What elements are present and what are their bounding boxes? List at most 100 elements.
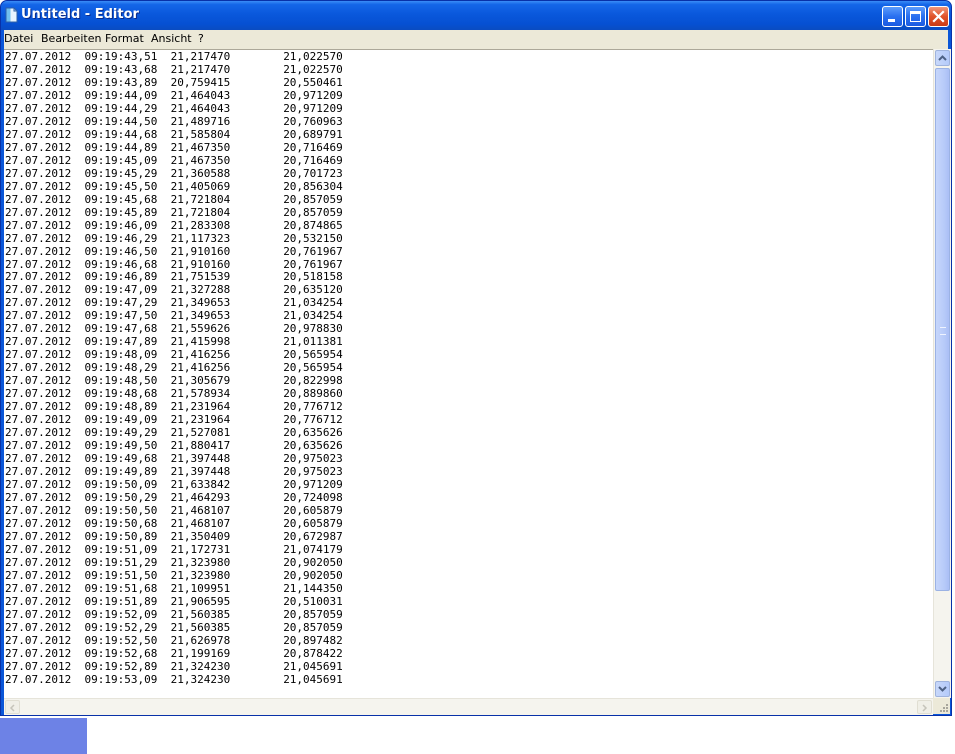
menu-help[interactable]: ? bbox=[198, 32, 204, 45]
size-grip[interactable] bbox=[933, 698, 950, 714]
line-time: 09:19:46,29 bbox=[84, 231, 158, 245]
text-line: 27.07.2012 09:19:53,09 21,324230 21,0456… bbox=[5, 672, 343, 687]
line-value-2: 20,532150 bbox=[283, 231, 343, 245]
resize-grip-icon bbox=[940, 704, 948, 712]
line-value-1: 21,405069 bbox=[170, 179, 231, 193]
line-value-2: 20,822998 bbox=[283, 374, 343, 388]
line-time: 09:19:48,50 bbox=[84, 374, 158, 388]
line-value-2: 20,605879 bbox=[283, 516, 343, 530]
line-date: 27.07.2012 bbox=[5, 568, 72, 582]
line-date: 27.07.2012 bbox=[5, 101, 72, 115]
window-frame: Datei Bearbeiten Format Ansicht ? 27.07.… bbox=[4, 30, 951, 715]
line-value-1: 21,350409 bbox=[170, 529, 231, 543]
line-time: 09:19:48,09 bbox=[84, 348, 158, 362]
line-value-2: 20,776712 bbox=[283, 413, 343, 427]
line-value-2: 21,034254 bbox=[283, 309, 343, 323]
line-date: 27.07.2012 bbox=[5, 88, 72, 102]
line-value-1: 21,324230 bbox=[170, 659, 231, 673]
line-time: 09:19:49,09 bbox=[84, 413, 158, 427]
line-value-2: 20,761967 bbox=[283, 257, 343, 271]
line-date: 27.07.2012 bbox=[5, 477, 72, 491]
line-date: 27.07.2012 bbox=[5, 114, 72, 128]
line-value-1: 21,231964 bbox=[170, 413, 231, 427]
line-value-2: 21,045691 bbox=[283, 672, 343, 686]
line-value-1: 21,468107 bbox=[170, 516, 231, 530]
line-value-2: 20,975023 bbox=[283, 465, 343, 478]
line-value-1: 21,467350 bbox=[170, 140, 231, 154]
line-date: 27.07.2012 bbox=[5, 153, 72, 167]
line-date: 27.07.2012 bbox=[5, 140, 72, 154]
maximize-button[interactable] bbox=[905, 6, 926, 27]
line-date: 27.07.2012 bbox=[5, 426, 72, 440]
taskbar-fragment bbox=[0, 718, 87, 754]
line-time: 09:19:52,50 bbox=[84, 633, 158, 647]
line-time: 09:19:43,51 bbox=[84, 50, 158, 63]
scroll-down-button[interactable] bbox=[935, 681, 950, 697]
line-value-2: 20,724098 bbox=[283, 490, 343, 504]
scroll-right-button[interactable] bbox=[917, 700, 932, 714]
line-value-1: 21,349653 bbox=[170, 296, 231, 310]
line-time: 09:19:45,68 bbox=[84, 192, 158, 206]
menu-bar: Datei Bearbeiten Format Ansicht ? bbox=[4, 30, 948, 48]
line-time: 09:19:48,89 bbox=[84, 400, 158, 414]
line-date: 27.07.2012 bbox=[5, 348, 72, 362]
line-value-2: 20,857059 bbox=[283, 192, 343, 206]
line-date: 27.07.2012 bbox=[5, 413, 72, 427]
line-time: 09:19:49,50 bbox=[84, 439, 158, 453]
scroll-up-button[interactable] bbox=[935, 50, 950, 66]
text-area[interactable]: 27.07.2012 09:19:43,51 21,217470 21,0225… bbox=[4, 49, 933, 699]
line-time: 09:19:46,09 bbox=[84, 218, 158, 232]
line-value-2: 20,760963 bbox=[283, 114, 343, 128]
line-time: 09:19:53,09 bbox=[84, 672, 158, 686]
line-value-1: 21,464043 bbox=[170, 101, 231, 115]
line-time: 09:19:51,89 bbox=[84, 594, 158, 608]
vertical-scrollbar[interactable] bbox=[933, 49, 951, 698]
line-value-1: 21,880417 bbox=[170, 439, 231, 453]
line-value-2: 20,857059 bbox=[283, 205, 343, 219]
line-time: 09:19:47,50 bbox=[84, 309, 158, 323]
menu-format[interactable]: Format bbox=[105, 32, 144, 45]
line-time: 09:19:43,89 bbox=[84, 75, 158, 89]
line-value-2: 20,874865 bbox=[283, 218, 343, 232]
line-value-1: 21,751539 bbox=[170, 270, 231, 284]
minimize-icon bbox=[888, 19, 895, 22]
arrow-up-icon bbox=[938, 55, 947, 61]
line-time: 09:19:48,29 bbox=[84, 361, 158, 375]
line-value-1: 21,468107 bbox=[170, 503, 231, 517]
title-bar[interactable]: Untiteld - Editor bbox=[1, 1, 951, 30]
horizontal-scrollbar[interactable] bbox=[4, 698, 933, 715]
scroll-left-button[interactable] bbox=[5, 700, 20, 714]
line-value-1: 21,323980 bbox=[170, 555, 231, 569]
maximize-icon bbox=[910, 11, 921, 22]
line-time: 09:19:44,09 bbox=[84, 88, 158, 102]
line-value-2: 20,550461 bbox=[283, 75, 343, 89]
minimize-button[interactable] bbox=[882, 6, 903, 27]
line-value-1: 21,560385 bbox=[170, 607, 231, 621]
line-date: 27.07.2012 bbox=[5, 335, 72, 349]
notepad-icon[interactable] bbox=[5, 7, 18, 23]
arrow-down-icon bbox=[938, 686, 947, 692]
line-value-2: 21,022570 bbox=[283, 62, 343, 76]
line-value-1: 20,759415 bbox=[170, 75, 231, 89]
line-date: 27.07.2012 bbox=[5, 672, 72, 686]
menu-datei[interactable]: Datei bbox=[4, 32, 33, 45]
scrollbar-thumb[interactable] bbox=[935, 68, 950, 591]
line-date: 27.07.2012 bbox=[5, 283, 72, 297]
line-date: 27.07.2012 bbox=[5, 594, 72, 608]
menu-bearbeiten[interactable]: Bearbeiten bbox=[41, 32, 101, 45]
line-date: 27.07.2012 bbox=[5, 452, 72, 466]
line-date: 27.07.2012 bbox=[5, 75, 72, 89]
menu-ansicht[interactable]: Ansicht bbox=[151, 32, 192, 45]
line-value-1: 21,217470 bbox=[170, 50, 231, 63]
line-value-1: 21,305679 bbox=[170, 374, 231, 388]
close-button[interactable] bbox=[928, 6, 949, 27]
line-date: 27.07.2012 bbox=[5, 361, 72, 375]
line-value-1: 21,217470 bbox=[170, 62, 231, 76]
line-value-2: 20,672987 bbox=[283, 529, 343, 543]
line-time: 09:19:44,29 bbox=[84, 101, 158, 115]
line-time: 09:19:49,89 bbox=[84, 465, 158, 478]
line-value-1: 21,489716 bbox=[170, 114, 231, 128]
line-value-1: 21,172731 bbox=[170, 542, 231, 556]
line-value-1: 21,578934 bbox=[170, 387, 231, 401]
line-value-2: 20,897482 bbox=[283, 633, 343, 647]
